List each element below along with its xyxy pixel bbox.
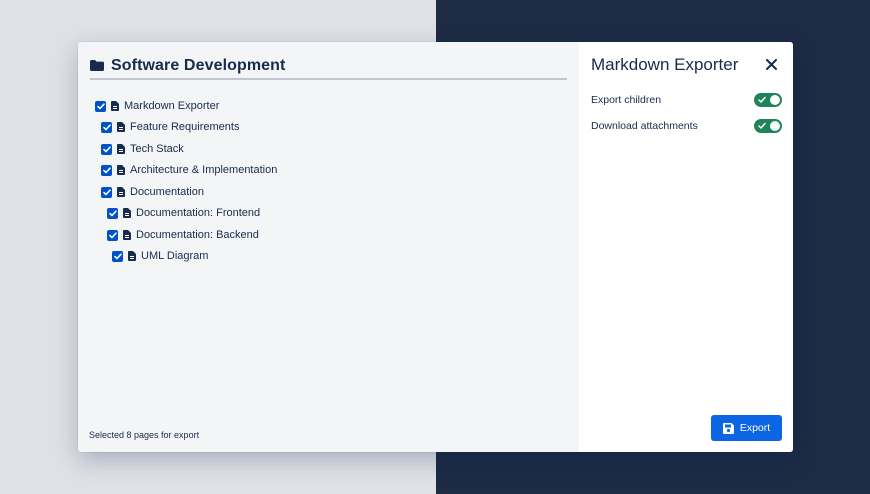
save-icon [722,422,734,434]
toggle-knob [770,95,780,105]
tree-item-label: Markdown Exporter [124,100,220,112]
option-export-children: Export children [591,92,782,108]
options-panel: Markdown Exporter Export children Downlo… [579,42,793,452]
close-button[interactable] [764,57,778,71]
folder-title: Software Development [111,56,286,74]
selection-status: Selected 8 pages for export [89,430,200,440]
export-button[interactable]: Export [711,415,782,441]
page-icon [128,251,136,261]
checkbox[interactable] [101,164,112,176]
option-label: Download attachments [591,120,698,132]
export-button-label: Export [739,422,771,434]
tree-item-documentation-backend[interactable]: Documentation: Backend [107,227,259,243]
checkbox[interactable] [107,207,118,219]
tree-item-markdown-exporter[interactable]: Markdown Exporter [95,98,219,114]
tree-item-label: Documentation: Backend [136,229,259,241]
tree-item-label: UML Diagram [141,250,209,262]
tree-item-label: Architecture & Implementation [130,164,278,176]
folder-icon [90,60,104,71]
tree-item-label: Documentation [130,186,204,198]
folder-header: Software Development [90,53,567,80]
page-icon [123,230,131,240]
checkbox[interactable] [101,186,112,198]
panel-title: Markdown Exporter [591,55,739,74]
tree-item-feature-requirements[interactable]: Feature Requirements [101,119,239,135]
tree-item-label: Documentation: Frontend [136,207,261,219]
page-icon [117,187,125,197]
tree-item-architecture[interactable]: Architecture & Implementation [101,162,277,178]
check-icon [758,122,766,129]
export-modal: Software Development Markdown Exporter F… [78,42,793,452]
page-icon [117,144,125,154]
page-icon [123,208,131,218]
checkbox[interactable] [101,121,112,133]
page-icon [111,101,119,111]
close-icon [765,58,777,70]
tree-item-documentation[interactable]: Documentation [101,184,204,200]
page-icon [117,122,125,132]
export-children-toggle[interactable] [754,93,782,107]
checkbox[interactable] [95,100,106,112]
page-icon [117,165,125,175]
tree-item-tech-stack[interactable]: Tech Stack [101,141,184,157]
option-label: Export children [591,94,662,106]
download-attachments-toggle[interactable] [754,119,782,133]
check-icon [758,96,766,103]
checkbox[interactable] [107,229,118,241]
page-tree-pane: Software Development Markdown Exporter F… [78,42,579,452]
tree-item-documentation-frontend[interactable]: Documentation: Frontend [107,205,260,221]
tree-item-uml-diagram[interactable]: UML Diagram [112,248,208,264]
tree-item-label: Feature Requirements [130,121,240,133]
toggle-knob [770,121,780,131]
checkbox[interactable] [112,250,123,262]
option-download-attachments: Download attachments [591,118,782,134]
checkbox[interactable] [101,143,112,155]
tree-item-label: Tech Stack [130,143,184,155]
